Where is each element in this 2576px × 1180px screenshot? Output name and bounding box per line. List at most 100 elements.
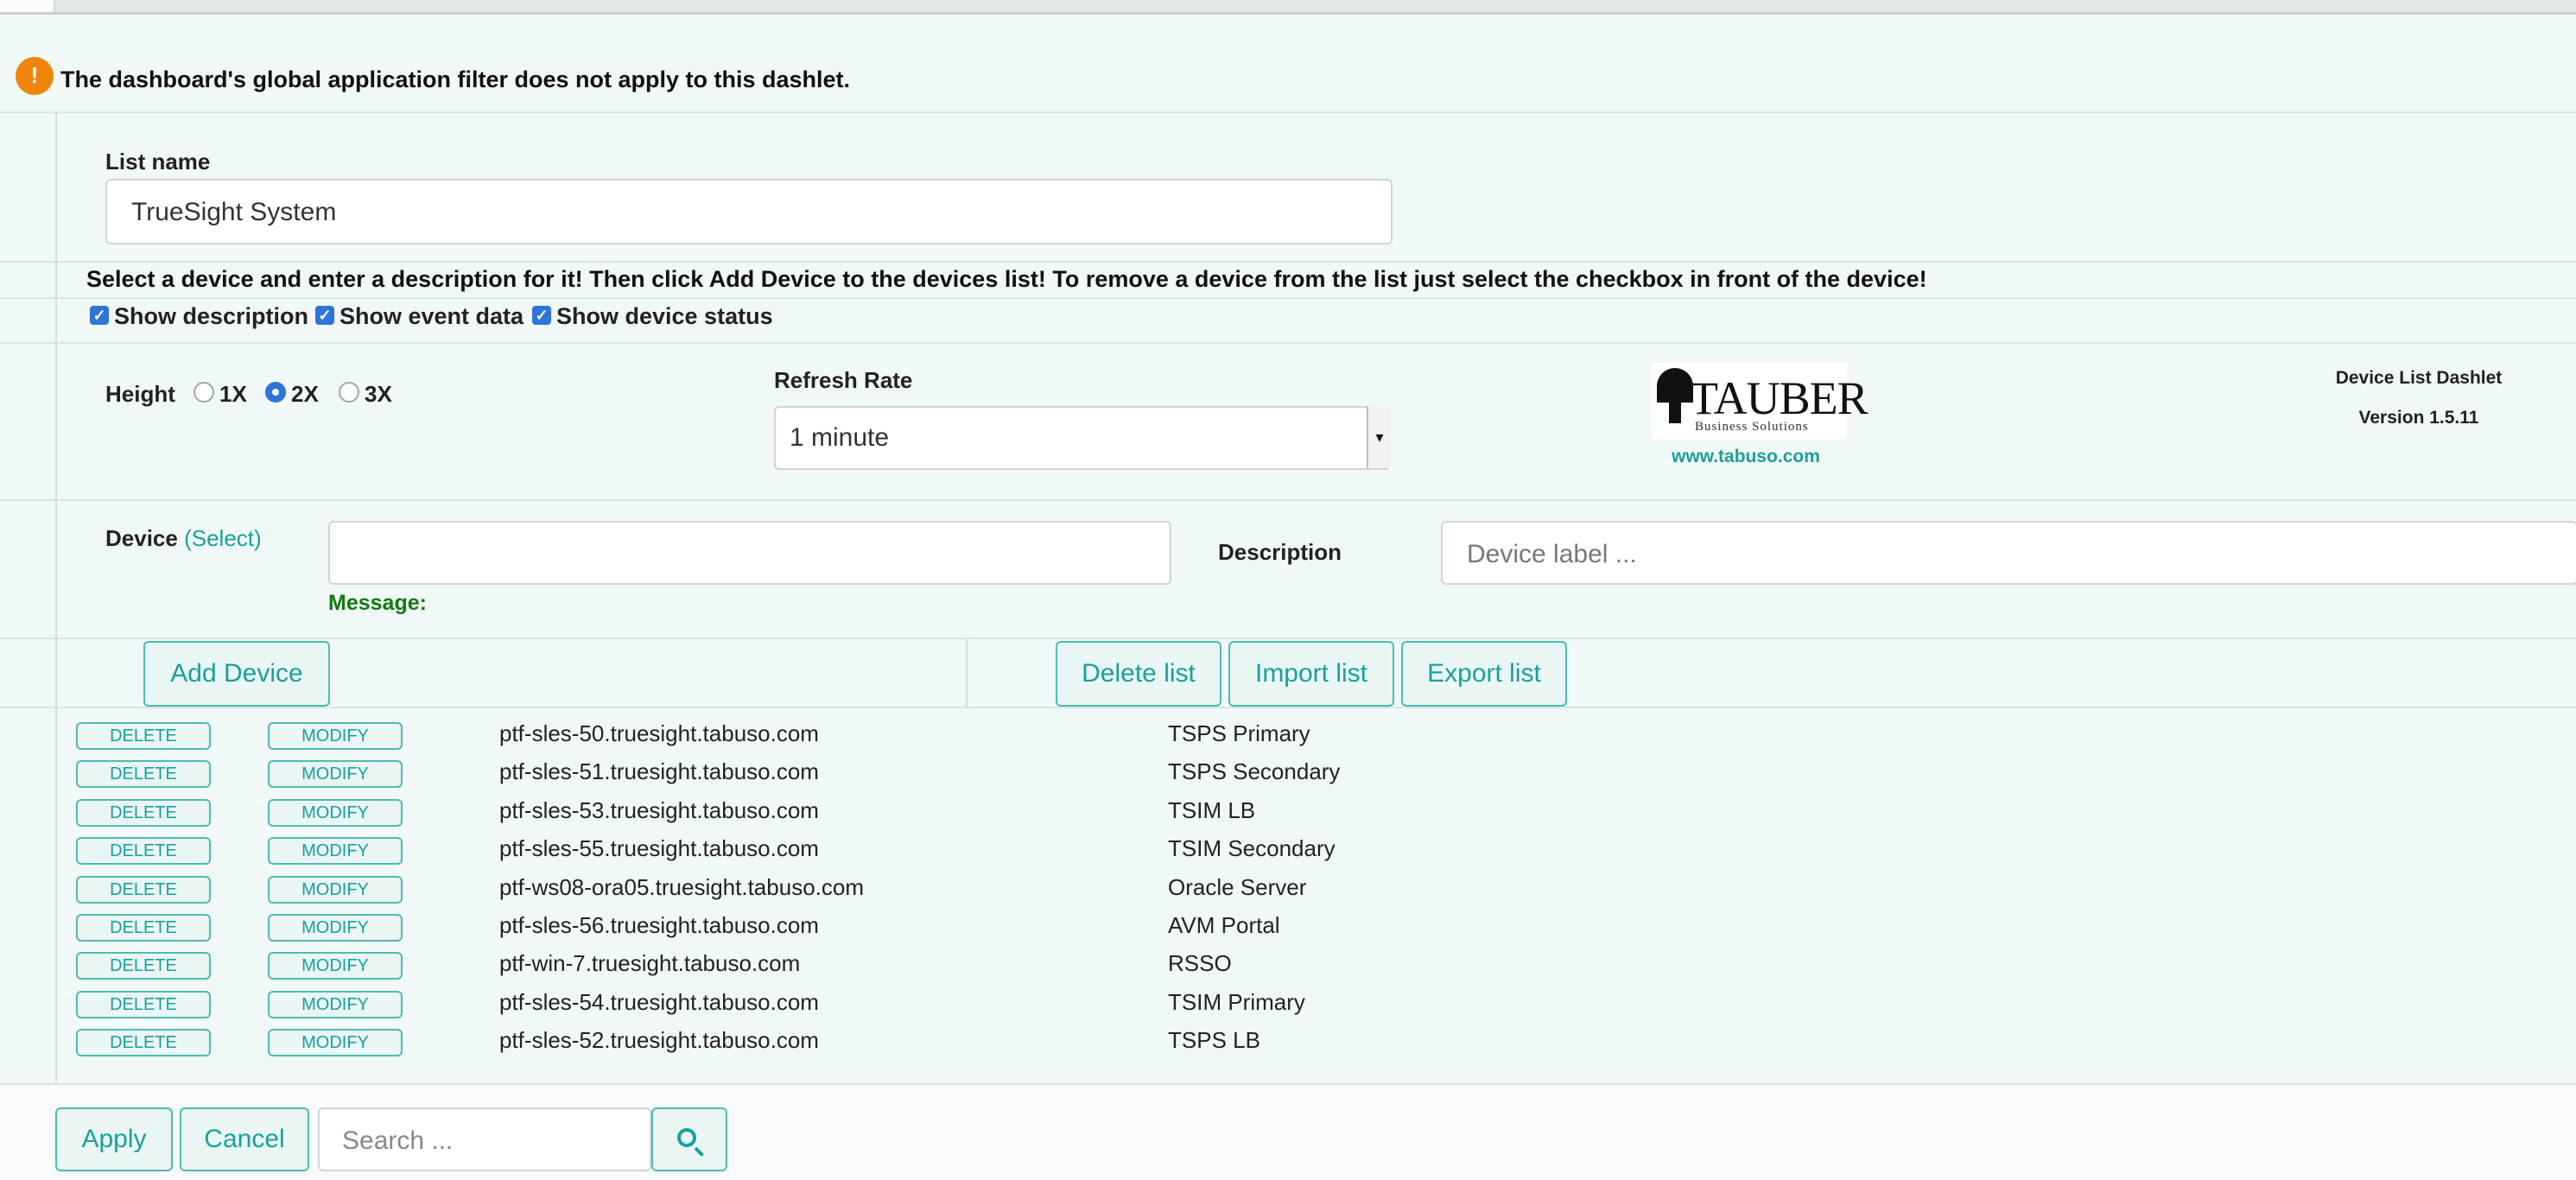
modify-row-button[interactable]: MODIFY: [268, 914, 403, 942]
modify-row-button[interactable]: MODIFY: [268, 876, 403, 904]
logo-mark-stem: [1669, 389, 1681, 423]
footer-bar: Apply Cancel Search ...: [0, 1083, 2576, 1180]
search-icon: [677, 1128, 696, 1147]
table-row: DELETE MODIFY ptf-sles-56.truesight.tabu…: [0, 905, 2576, 943]
device-description: TSPS Secondary: [1168, 758, 1341, 784]
list-name-input[interactable]: TrueSight System: [105, 179, 1393, 244]
device-description: AVM Portal: [1168, 912, 1280, 938]
description-input[interactable]: Device label ...: [1441, 521, 2576, 585]
device-description: RSSO: [1168, 950, 1232, 976]
modify-row-button[interactable]: MODIFY: [268, 1029, 403, 1056]
device-host: ptf-sles-55.truesight.tabuso.com: [499, 835, 819, 861]
search-button[interactable]: [651, 1107, 727, 1171]
delete-row-button[interactable]: DELETE: [76, 760, 211, 788]
import-list-button[interactable]: Import list: [1228, 641, 1394, 707]
instructions-text: Select a device and enter a description …: [86, 266, 1927, 292]
list-name-value: TrueSight System: [131, 198, 337, 226]
height-1x-radio[interactable]: [194, 382, 214, 403]
divider: [0, 499, 2576, 501]
device-table: DELETE MODIFY ptf-sles-50.truesight.tabu…: [0, 714, 2576, 1059]
height-label: Height: [105, 381, 175, 407]
device-select-link[interactable]: (Select): [184, 525, 262, 551]
device-description: TSIM Secondary: [1168, 835, 1336, 861]
divider: [0, 707, 2576, 708]
delete-row-button[interactable]: DELETE: [76, 952, 211, 980]
device-label: Device (Select): [105, 525, 262, 552]
divider: [0, 297, 2576, 299]
show-description-label: Show description: [114, 303, 309, 329]
refresh-rate-label: Refresh Rate: [774, 367, 913, 393]
delete-row-button[interactable]: DELETE: [76, 837, 211, 865]
table-row: DELETE MODIFY ptf-sles-54.truesight.tabu…: [0, 982, 2576, 1020]
cancel-button[interactable]: Cancel: [180, 1107, 309, 1171]
search-placeholder: Search ...: [342, 1126, 454, 1155]
description-placeholder: Device label ...: [1467, 540, 1637, 568]
divider: [0, 342, 2576, 344]
logo-word: TAUBER: [1690, 372, 1869, 424]
table-row: DELETE MODIFY ptf-sles-52.truesight.tabu…: [0, 1020, 2576, 1058]
delete-list-button[interactable]: Delete list: [1056, 641, 1221, 707]
button-bar-divider: [966, 639, 968, 707]
delete-row-button[interactable]: DELETE: [76, 876, 211, 904]
device-label-text: Device: [105, 525, 178, 551]
delete-row-button[interactable]: DELETE: [76, 799, 211, 827]
dashlet-name: Device List Dashlet: [2335, 368, 2503, 388]
modify-row-button[interactable]: MODIFY: [268, 952, 403, 980]
table-row: DELETE MODIFY ptf-sles-50.truesight.tabu…: [0, 714, 2576, 752]
logo-subtitle: Business Solutions: [1695, 420, 1809, 434]
divider: [0, 261, 2576, 263]
table-row: DELETE MODIFY ptf-ws08-ora05.truesight.t…: [0, 867, 2576, 905]
divider: [0, 638, 2576, 639]
modify-row-button[interactable]: MODIFY: [268, 837, 403, 865]
device-host: ptf-win-7.truesight.tabuso.com: [499, 950, 801, 976]
delete-row-button[interactable]: DELETE: [76, 722, 211, 750]
search-input[interactable]: Search ...: [318, 1107, 651, 1171]
device-input[interactable]: [328, 521, 1171, 585]
modify-row-button[interactable]: MODIFY: [268, 760, 403, 788]
list-name-label: List name: [105, 149, 211, 174]
show-event-data-label: Show event data: [339, 303, 524, 329]
device-host: ptf-ws08-ora05.truesight.tabuso.com: [499, 874, 864, 900]
height-3x-radio[interactable]: [339, 382, 359, 403]
notice-text: The dashboard's global application filte…: [60, 67, 851, 92]
tauber-logo: TAUBER Business Solutions: [1652, 363, 1869, 439]
modify-row-button[interactable]: MODIFY: [268, 799, 403, 827]
table-row: DELETE MODIFY ptf-sles-55.truesight.tabu…: [0, 828, 2576, 866]
device-host: ptf-sles-56.truesight.tabuso.com: [499, 912, 819, 938]
show-device-status-label: Show device status: [556, 303, 773, 329]
height-1x-label: 1X: [219, 381, 247, 407]
show-description-checkbox[interactable]: ✓: [90, 306, 109, 325]
add-device-button[interactable]: Add Device: [143, 641, 330, 707]
modify-row-button[interactable]: MODIFY: [268, 991, 403, 1018]
table-row: DELETE MODIFY ptf-win-7.truesight.tabuso…: [0, 943, 2576, 981]
device-host: ptf-sles-50.truesight.tabuso.com: [499, 720, 819, 746]
device-host: ptf-sles-51.truesight.tabuso.com: [499, 758, 819, 784]
device-description: TSIM Primary: [1168, 989, 1305, 1015]
device-description: TSIM LB: [1168, 797, 1256, 823]
modify-row-button[interactable]: MODIFY: [268, 722, 403, 750]
refresh-rate-value: 1 minute: [790, 423, 890, 452]
delete-row-button[interactable]: DELETE: [76, 1029, 211, 1056]
show-event-data-checkbox[interactable]: ✓: [315, 306, 334, 325]
export-list-button[interactable]: Export list: [1401, 641, 1567, 707]
description-label: Description: [1218, 539, 1342, 565]
window-top-bar-tab: [0, 0, 55, 12]
device-description: TSPS LB: [1168, 1027, 1260, 1053]
version-block: Device List Dashlet Version 1.5.11: [2298, 368, 2540, 428]
device-host: ptf-sles-53.truesight.tabuso.com: [499, 797, 819, 823]
logo-url-link[interactable]: www.tabuso.com: [1672, 447, 1820, 467]
height-2x-radio[interactable]: [265, 382, 286, 403]
show-device-status-checkbox[interactable]: ✓: [532, 306, 551, 325]
refresh-rate-select[interactable]: 1 minute: [774, 406, 1391, 470]
table-row: DELETE MODIFY ptf-sles-51.truesight.tabu…: [0, 752, 2576, 790]
device-host: ptf-sles-54.truesight.tabuso.com: [499, 989, 819, 1015]
device-description: Oracle Server: [1168, 874, 1307, 900]
delete-row-button[interactable]: DELETE: [76, 914, 211, 942]
window-top-bar: [0, 0, 2576, 15]
chevron-down-icon[interactable]: ▾: [1367, 406, 1391, 468]
height-2x-label: 2X: [291, 381, 319, 407]
warning-icon: !: [16, 57, 54, 95]
dashlet-version: Version 1.5.11: [2358, 408, 2479, 428]
apply-button[interactable]: Apply: [55, 1107, 173, 1171]
delete-row-button[interactable]: DELETE: [76, 991, 211, 1018]
